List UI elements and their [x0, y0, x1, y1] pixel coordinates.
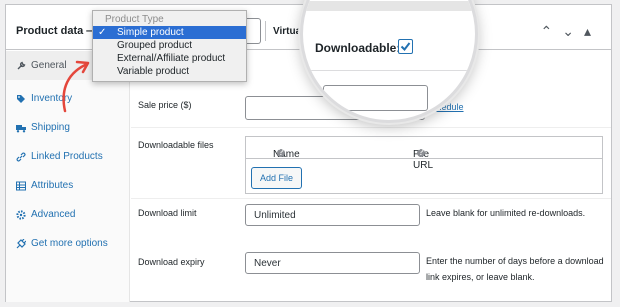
- option-label: External/Affiliate product: [117, 53, 226, 64]
- tab-shipping[interactable]: Shipping: [6, 113, 129, 142]
- checkmark-icon: ✓: [98, 27, 107, 38]
- tag-icon: [16, 94, 26, 104]
- help-icon[interactable]: ?: [277, 148, 285, 158]
- magnified-input[interactable]: [323, 85, 428, 111]
- add-file-button[interactable]: Add File: [251, 167, 303, 189]
- downloadable-files-table: Name? File URL? Add File: [245, 136, 603, 194]
- tab-attributes[interactable]: Attributes: [6, 171, 129, 200]
- download-limit-help: Leave blank for unlimited re-downloads.: [426, 208, 586, 218]
- download-expiry-input[interactable]: Never: [245, 252, 420, 274]
- link-icon: [16, 152, 26, 162]
- header-toggle-icons[interactable]: ⌃⌄▴: [541, 23, 602, 40]
- chevron-up-icon[interactable]: ⌃: [541, 23, 563, 39]
- option-label: Variable product: [117, 66, 190, 77]
- option-label: Simple product: [117, 27, 184, 38]
- gear-icon: [16, 209, 26, 220]
- tab-advanced-label: Advanced: [31, 209, 76, 220]
- option-external-affiliate-product[interactable]: External/Affiliate product: [93, 52, 246, 65]
- magnifier-toolbar: [303, 1, 475, 11]
- tab-get-more-options[interactable]: Get more options: [6, 229, 129, 258]
- wrench-icon: [16, 61, 26, 71]
- product-type-dropdown[interactable]: Product Type ✓ Simple product Grouped pr…: [92, 10, 247, 82]
- chevron-down-icon[interactable]: ⌄: [562, 23, 584, 39]
- truck-icon: [16, 123, 26, 133]
- tab-get-more-options-label: Get more options: [31, 238, 108, 249]
- download-limit-input[interactable]: Unlimited: [245, 204, 420, 226]
- download-limit-label: Download limit: [138, 208, 197, 218]
- tab-linked-products-label: Linked Products: [31, 151, 103, 162]
- magnifier-divider: [303, 70, 475, 71]
- checkmark-icon: [400, 42, 411, 52]
- option-grouped-product[interactable]: Grouped product: [93, 39, 246, 52]
- downloadable-files-header: Name? File URL?: [246, 137, 602, 171]
- option-label: Grouped product: [117, 40, 193, 51]
- plugin-icon: [16, 238, 27, 249]
- table-icon: [16, 181, 26, 191]
- downloadable-files-label: Downloadable files: [138, 140, 214, 150]
- tab-advanced[interactable]: Advanced: [6, 200, 129, 229]
- option-variable-product[interactable]: Variable product: [93, 65, 246, 78]
- tab-linked-products[interactable]: Linked Products: [6, 142, 129, 171]
- sale-price-label: Sale price ($): [138, 100, 192, 110]
- panel-title: Product data —: [16, 25, 98, 37]
- downloadable-label: Downloadable:: [315, 41, 401, 55]
- download-expiry-label: Download expiry: [138, 257, 205, 267]
- tab-attributes-label: Attributes: [31, 180, 74, 191]
- option-simple-product[interactable]: ✓ Simple product: [93, 26, 246, 39]
- dropdown-title: Product Type: [105, 14, 164, 25]
- downloadable-checkbox[interactable]: [398, 39, 413, 54]
- header-divider: [265, 21, 266, 41]
- tab-shipping-label: Shipping: [31, 122, 70, 133]
- caret-up-icon[interactable]: ▴: [584, 23, 601, 39]
- section-divider: [131, 127, 611, 128]
- download-expiry-help: Enter the number of days before a downlo…: [426, 256, 604, 282]
- help-icon[interactable]: ?: [417, 148, 425, 158]
- section-divider: [131, 198, 611, 199]
